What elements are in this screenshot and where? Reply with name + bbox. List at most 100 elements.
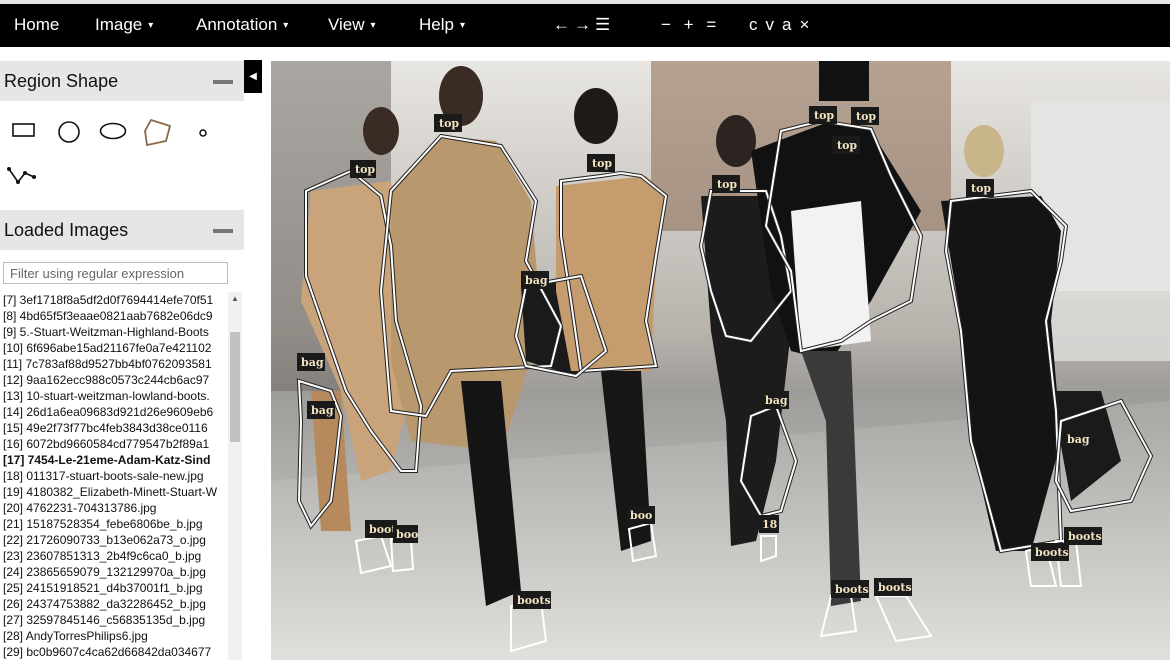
collapse-icon[interactable] xyxy=(213,229,233,233)
file-list-item[interactable]: [10] 6f696abe15ad21167fe0a7e421102 xyxy=(0,340,228,356)
svg-text:top: top xyxy=(717,178,737,191)
circle-icon[interactable] xyxy=(57,120,81,144)
svg-text:boots: boots xyxy=(878,581,912,594)
menu-view[interactable]: View ▾ xyxy=(328,15,376,35)
label-bag-3: bag xyxy=(307,401,335,419)
label-boo-1: boo xyxy=(393,525,418,543)
menu-annotation-label: Annotation xyxy=(196,15,278,34)
left-panel-toggle-button[interactable]: ◀ xyxy=(244,60,262,93)
file-list-item[interactable]: [16] 6072bd9660584cd779547b2f89a1 xyxy=(0,436,228,452)
menu-image[interactable]: Image ▾ xyxy=(95,15,153,35)
label-boots-3: boots xyxy=(831,580,869,598)
caret-left-icon: ◀ xyxy=(249,71,257,82)
label-boots-5: boots xyxy=(1031,543,1069,561)
file-list-item[interactable]: [28] AndyTorresPhilips6.jpg xyxy=(0,628,228,644)
scrollbar-thumb[interactable] xyxy=(230,332,240,442)
file-list-item[interactable]: [27] 32597845146_c56835135d_b.jpg xyxy=(0,612,228,628)
left-sidebar: Region Shape Loaded Images [7] 3ef1718f8… xyxy=(0,47,244,660)
region-shape-toolbar xyxy=(0,104,244,209)
loaded-images-header[interactable]: Loaded Images xyxy=(0,210,244,250)
menu-home-label: Home xyxy=(14,15,60,34)
label-top-5: top xyxy=(809,106,837,124)
paste-region-button[interactable]: v xyxy=(766,15,783,34)
file-list-item[interactable]: [18] 011317-stuart-boots-sale-new.jpg xyxy=(0,468,228,484)
file-list-item[interactable]: [14] 26d1a6ea09683d921d26e9609eb6 xyxy=(0,404,228,420)
file-list-item[interactable]: [23] 23607851313_2b4f9c6ca0_b.jpg xyxy=(0,548,228,564)
collapse-icon[interactable] xyxy=(213,80,233,84)
label-top-8: top xyxy=(966,179,994,197)
file-list-item[interactable]: [29] bc0b9607c4ca62d66842da034677 xyxy=(0,644,228,660)
menu-home[interactable]: Home xyxy=(14,15,59,35)
chevron-down-icon: ▾ xyxy=(148,20,154,31)
file-list-item[interactable]: [24] 23865659079_132129970a_b.jpg xyxy=(0,564,228,580)
polygon-icon[interactable] xyxy=(143,117,173,147)
scroll-up-icon[interactable]: ▲ xyxy=(231,294,239,303)
list-icon[interactable]: ☰ xyxy=(595,15,614,34)
menu-image-label: Image xyxy=(95,15,143,34)
svg-text:bag: bag xyxy=(765,394,788,407)
zoom-reset-button[interactable]: = xyxy=(706,15,720,34)
nav-tools: ←→☰ xyxy=(553,15,614,35)
delete-region-button[interactable]: × xyxy=(799,15,817,34)
chevron-down-icon: ▾ xyxy=(370,20,376,31)
menu-help-label: Help xyxy=(419,15,454,34)
menu-help[interactable]: Help ▾ xyxy=(419,15,465,35)
zoom-tools: − + = xyxy=(661,15,720,35)
chevron-down-icon: ▾ xyxy=(283,20,289,31)
label-boots-2: boots xyxy=(513,591,551,609)
file-list-item[interactable]: [17] 7454-Le-21eme-Adam-Katz-Sind xyxy=(0,452,228,468)
svg-text:bag: bag xyxy=(525,274,548,287)
region-shape-header[interactable]: Region Shape xyxy=(0,61,244,101)
file-list-item[interactable]: [20] 4762231-704313786.jpg xyxy=(0,500,228,516)
file-list-item[interactable]: [12] 9aa162ecc988c0573c244cb6ac97 xyxy=(0,372,228,388)
filter-input[interactable] xyxy=(3,262,228,284)
file-list-item[interactable]: [22] 21726090733_b13e062a73_o.jpg xyxy=(0,532,228,548)
zoom-in-button[interactable]: + xyxy=(684,15,698,34)
svg-text:boots: boots xyxy=(517,594,551,607)
file-list-item[interactable]: [15] 49e2f73f77bc4feb3843d38ce0116 xyxy=(0,420,228,436)
svg-text:boots: boots xyxy=(1035,546,1069,559)
copy-region-button[interactable]: c xyxy=(749,15,766,34)
label-boo-2: boo xyxy=(627,506,655,524)
file-list-item[interactable]: [26] 24374753882_da32286452_b.jpg xyxy=(0,596,228,612)
car xyxy=(1051,291,1170,361)
svg-text:top: top xyxy=(837,139,857,152)
loaded-images-title: Loaded Images xyxy=(4,220,129,240)
zoom-out-button[interactable]: − xyxy=(661,15,675,34)
label-top-6: top xyxy=(851,107,879,125)
region-shape-title: Region Shape xyxy=(4,71,119,91)
svg-text:boots: boots xyxy=(1068,530,1102,543)
label-top-2: top xyxy=(434,114,462,132)
rectangle-icon[interactable] xyxy=(12,122,36,138)
label-boots-6: boots xyxy=(1064,527,1102,545)
file-list-item[interactable]: [21] 15187528354_febe6806be_b.jpg xyxy=(0,516,228,532)
file-list-item[interactable]: [11] 7c783af88d9527bb4bf0762093581 xyxy=(0,356,228,372)
label-bag-1: bag xyxy=(521,271,549,289)
polyline-icon[interactable] xyxy=(6,165,38,185)
label-bag-5: bag xyxy=(1063,430,1091,448)
chevron-down-icon: ▾ xyxy=(459,20,465,31)
svg-text:top: top xyxy=(439,117,459,130)
label-bag-2: bag xyxy=(297,353,325,371)
point-icon[interactable] xyxy=(197,127,209,139)
label-top-4: top xyxy=(712,175,740,193)
file-list-item[interactable]: [19] 4180382_Elizabeth-Minett-Stuart-W xyxy=(0,484,228,500)
file-list-item[interactable]: [8] 4bd65f5f3eaae0821aab7682e06dc9 xyxy=(0,308,228,324)
ellipse-icon[interactable] xyxy=(99,122,127,140)
label-top-3: top xyxy=(587,154,615,172)
file-list-item[interactable]: [7] 3ef1718f8a5df2d0f7694414efe70f51 xyxy=(0,292,228,308)
svg-text:bag: bag xyxy=(311,404,334,417)
svg-text:top: top xyxy=(355,163,375,176)
file-list-item[interactable]: [25] 24151918521_d4b37001f1_b.jpg xyxy=(0,580,228,596)
annotation-canvas[interactable]: top top top top top top top top bag bag … xyxy=(271,61,1170,660)
file-list-item[interactable]: [13] 10-stuart-weitzman-lowland-boots. xyxy=(0,388,228,404)
select-all-button[interactable]: a xyxy=(782,15,799,34)
prev-image-button[interactable]: ← xyxy=(553,15,574,34)
file-list-item[interactable]: [9] 5.-Stuart-Weitzman-Highland-Boots xyxy=(0,324,228,340)
menu-annotation[interactable]: Annotation ▾ xyxy=(196,15,288,35)
next-image-button[interactable]: → xyxy=(574,15,595,34)
image-canvas[interactable]: top top top top top top top top bag bag … xyxy=(271,61,1170,660)
label-top-1: top xyxy=(350,160,376,178)
file-list-scrollbar[interactable]: ▲ xyxy=(228,292,242,660)
svg-text:top: top xyxy=(814,109,834,122)
